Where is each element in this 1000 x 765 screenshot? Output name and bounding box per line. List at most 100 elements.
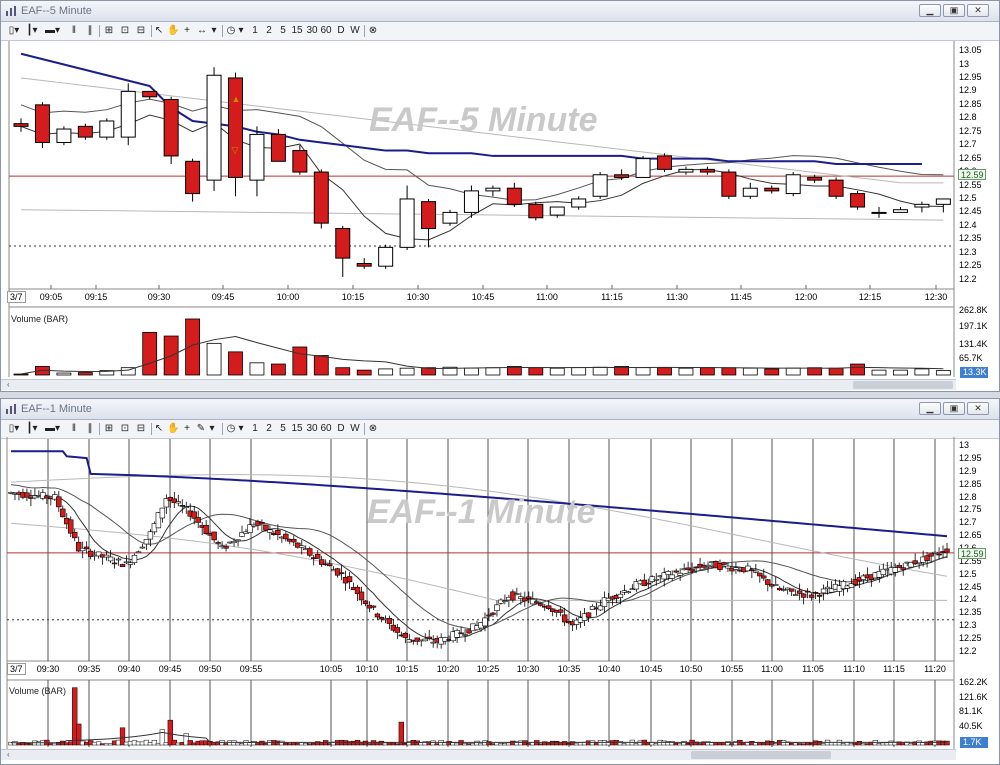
scroll-left-icon[interactable]: ‹ (7, 750, 10, 760)
candle (796, 590, 803, 594)
time-tick: 09:35 (77, 664, 101, 674)
candle (77, 125, 93, 138)
candle (571, 198, 587, 208)
candle (56, 496, 62, 508)
candle (812, 592, 819, 594)
volume-bar (142, 331, 158, 376)
time-tick: 09:30 (147, 292, 171, 302)
volume-bar (893, 369, 908, 376)
candle (807, 176, 823, 181)
scroll-left-icon[interactable]: ‹ (7, 380, 10, 390)
volume-bar (742, 367, 758, 376)
candle (757, 572, 763, 577)
candlestick-chart-1min[interactable] (1, 399, 1000, 765)
candle (313, 171, 329, 224)
candle (705, 564, 711, 567)
volume-bar (292, 346, 308, 376)
time-tick: 10:25 (476, 664, 500, 674)
time-tick: 12:30 (924, 292, 948, 302)
volume-tick: 131.4K (959, 339, 988, 349)
candle (370, 605, 377, 608)
candle (657, 155, 672, 170)
candle (34, 104, 50, 143)
candle (625, 591, 632, 594)
candle (235, 539, 241, 542)
volume-average-line (20, 336, 944, 375)
scroll-thumb[interactable] (853, 381, 953, 389)
volume-bar (571, 367, 587, 376)
candlestick-chart-5min[interactable]: ▲▽ (1, 1, 1000, 392)
volume-tick: 65.7K (959, 353, 983, 363)
candle (314, 553, 321, 559)
time-tick: 10:30 (406, 292, 430, 302)
volume-bar (398, 721, 404, 746)
volume-bar (850, 363, 865, 376)
horizontal-scrollbar[interactable]: ‹ (1, 749, 956, 760)
time-tick: 09:40 (117, 664, 141, 674)
candle (179, 505, 185, 507)
volume-bar (228, 351, 243, 376)
candle (689, 568, 695, 572)
up-alert-icon: ▲ (232, 94, 241, 104)
symbol-watermark: EAF--5 Minute (369, 101, 598, 139)
candle (442, 211, 458, 224)
candle (185, 160, 201, 195)
time-tick: 11:20 (924, 664, 946, 674)
candle (785, 174, 801, 195)
volume-bar (549, 367, 565, 376)
candle (549, 206, 565, 216)
candle (749, 569, 755, 572)
time-tick: 10:35 (557, 664, 581, 674)
candle (421, 201, 437, 230)
candle (334, 568, 341, 576)
candle (127, 562, 134, 565)
candle (665, 571, 671, 575)
volume-bar (485, 367, 501, 376)
candle (721, 562, 727, 565)
horizontal-scrollbar[interactable]: ‹ (1, 379, 956, 390)
time-tick: 11:15 (601, 292, 623, 302)
candle (645, 582, 651, 585)
volume-bar (678, 367, 694, 376)
time-tick: 11:30 (666, 292, 688, 302)
time-tick: 10:45 (471, 292, 495, 302)
volume-bar (935, 370, 951, 376)
candle (203, 524, 209, 534)
candle (808, 594, 815, 598)
candle (557, 609, 564, 613)
time-tick: 10:30 (516, 664, 540, 674)
time-tick: 10:20 (436, 664, 460, 674)
candle (944, 548, 950, 553)
scroll-thumb[interactable] (691, 751, 831, 759)
time-tick: 12:15 (858, 292, 882, 302)
time-tick: 11:00 (536, 292, 558, 302)
candle (326, 563, 333, 567)
candle (936, 553, 942, 556)
candle (206, 74, 222, 181)
candle (635, 158, 651, 178)
volume-bar (270, 363, 286, 376)
volume-bar (785, 367, 801, 376)
candle (800, 593, 807, 598)
candle (13, 123, 29, 127)
candle (546, 605, 552, 609)
candle (538, 603, 544, 606)
candle (678, 168, 694, 173)
candle (828, 179, 844, 197)
candle (528, 203, 544, 219)
volume-bar (77, 372, 93, 376)
candle (733, 567, 739, 570)
time-tick: 10:15 (341, 292, 365, 302)
candle (335, 228, 351, 259)
candle (534, 601, 540, 604)
candle (249, 133, 265, 181)
candle (486, 614, 492, 617)
down-alert-icon: ▽ (232, 145, 239, 155)
candle (399, 198, 415, 248)
candle (307, 548, 313, 556)
candle (928, 553, 934, 557)
candle (99, 120, 115, 138)
volume-bar (764, 368, 780, 376)
time-tick: 10:15 (395, 664, 419, 674)
time-tick: 10:00 (276, 292, 300, 302)
